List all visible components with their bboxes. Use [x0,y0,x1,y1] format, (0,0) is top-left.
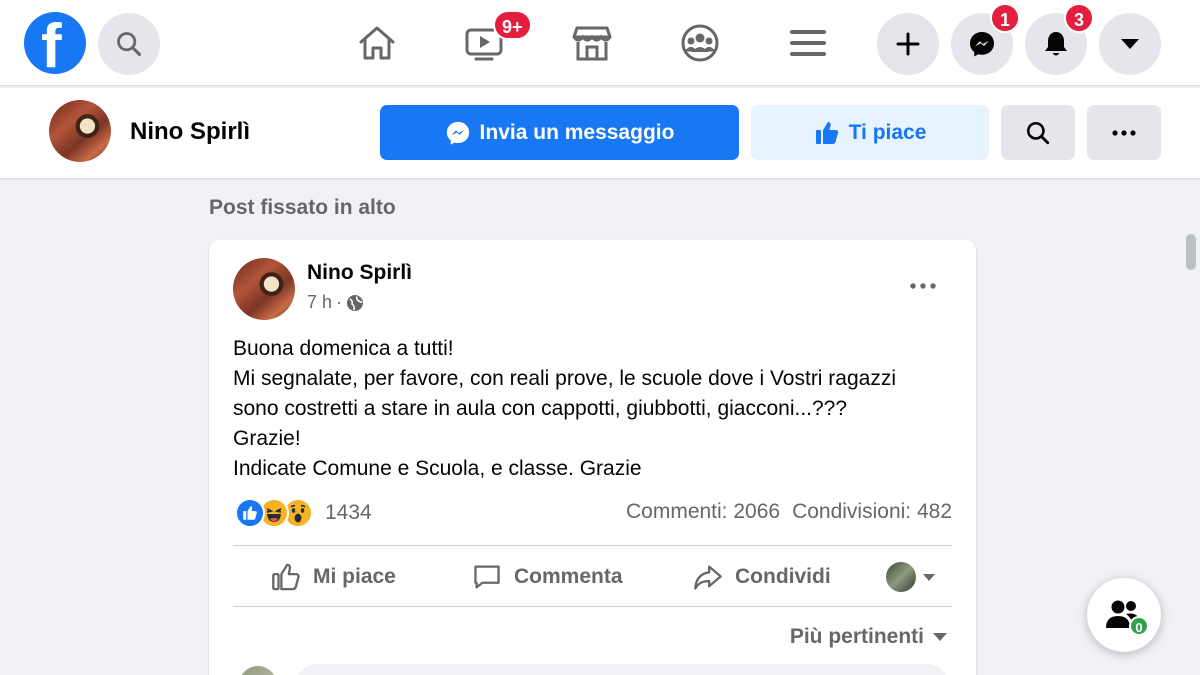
nav-home[interactable] [352,18,402,68]
nav-marketplace[interactable] [567,18,617,68]
post-text-line: sono costretti a stare in aula con cappo… [233,397,848,420]
more-horizontal-icon [910,283,936,289]
like-post-label: Mi piace [313,565,396,588]
pinned-post-label: Post fissato in alto [209,196,396,219]
messenger-badge: 1 [990,3,1020,33]
thumbs-up-icon [815,121,838,144]
messenger-icon [446,121,469,145]
comment-sort-dropdown[interactable]: Più pertinenti [790,625,948,649]
messenger-icon [970,32,994,57]
store-icon [572,26,612,61]
post-text-line: Buona domenica a tutti! [233,337,454,360]
divider [233,606,952,607]
groups-icon [681,24,719,62]
post-stats: Commenti: 2066 Condivisioni: 482 [626,500,952,524]
comment-icon [474,565,500,589]
reactions-summary[interactable]: 1434 [235,498,372,528]
post-options-button[interactable] [901,274,945,298]
comment-input[interactable] [295,664,949,675]
menu-icon [790,30,826,56]
caret-down-icon [933,633,947,641]
bell-icon [1045,32,1067,56]
send-message-label: Invia un messaggio [479,120,675,144]
post-time[interactable]: 7 h [307,292,332,313]
thumbs-up-outline-icon [272,563,300,591]
post-text-line: Mi segnalate, per favore, con reali prov… [233,367,897,390]
top-navigation-bar: f 9+ 1 3 [0,0,1200,86]
comment-label: Commenta [514,565,623,588]
caret-down-icon [1121,39,1139,49]
home-icon [359,26,395,60]
post-card: Nino Spirlì 7 h · Buona domenica a tutti… [209,240,976,675]
commenter-avatar [239,666,277,675]
search-icon [1026,121,1050,144]
more-horizontal-icon [1112,129,1136,136]
comments-count[interactable]: Commenti: 2066 [626,500,780,524]
post-text-line: Grazie! [233,427,301,450]
post-text: Buona domenica a tutti! Mi segnalate, pe… [233,334,953,484]
facebook-logo[interactable]: f [24,12,86,74]
shares-count[interactable]: Condivisioni: 482 [792,500,952,524]
post-author-avatar[interactable] [233,258,295,320]
search-icon [117,32,142,57]
like-post-button[interactable]: Mi piace [271,562,396,592]
comment-button[interactable]: Commenta [472,562,623,592]
nav-menu[interactable] [783,18,833,68]
reactions-count[interactable]: 1434 [325,501,372,525]
meta-separator: · [336,292,343,312]
divider [233,545,952,546]
scrollbar-thumb[interactable] [1186,234,1196,270]
share-icon [694,565,722,590]
notifications-badge: 3 [1064,3,1094,33]
user-avatar [886,562,916,592]
send-message-button[interactable]: Invia un messaggio [380,105,739,160]
post-author-name[interactable]: Nino Spirlì [307,261,412,285]
sort-label: Più pertinenti [789,625,924,648]
like-page-button[interactable]: Ti piace [751,105,989,160]
page-avatar[interactable] [49,100,111,162]
page-name[interactable]: Nino Spirlì [130,118,250,146]
create-button[interactable] [877,13,939,75]
plus-icon [896,32,920,56]
post-as-selector[interactable] [886,562,936,592]
post-text-line: Indicate Comune e Scuola, e classe. Graz… [233,457,642,480]
nav-groups[interactable] [675,18,725,68]
like-reaction-icon [235,498,265,528]
search-button[interactable] [98,13,160,75]
share-label: Condividi [735,565,831,588]
page-more-button[interactable] [1087,105,1161,160]
watch-badge: 9+ [493,10,532,40]
globe-icon [347,294,364,311]
facebook-logo-letter: f [41,12,62,75]
like-page-label: Ti piace [848,120,927,144]
page-search-button[interactable] [1001,105,1075,160]
contacts-button[interactable]: 0 [1087,578,1161,652]
share-button[interactable]: Condividi [693,562,831,592]
online-count-badge: 0 [1129,616,1149,636]
caret-down-icon [923,573,935,581]
account-menu-button[interactable] [1099,13,1161,75]
page-header-bar: Nino Spirlì Invia un messaggio Ti piace [0,88,1200,178]
post-meta: 7 h · [307,292,364,313]
